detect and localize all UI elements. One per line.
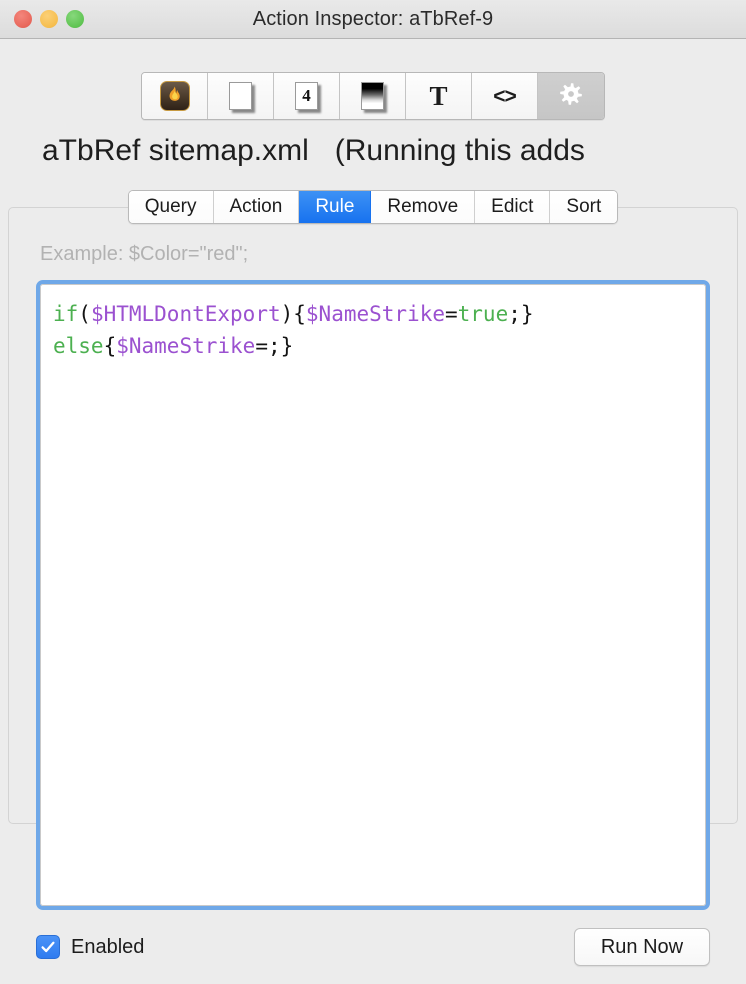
toolbar-item-numbered-document[interactable]: 4	[274, 73, 340, 119]
editor-focus-ring: if($HTMLDontExport){$NameStrike=true;} el…	[36, 280, 710, 910]
flame-icon	[159, 81, 190, 111]
enabled-label: Enabled	[71, 935, 145, 958]
code-token: else	[53, 333, 104, 358]
code-token: true	[457, 302, 509, 326]
gradient-document-icon	[361, 82, 384, 110]
inspector-segmented-control: 4 T <>	[141, 72, 605, 120]
enabled-checkbox-row[interactable]: Enabled	[36, 935, 144, 959]
code-line: if($HTMLDontExport){$NameStrike=true;}	[53, 299, 693, 331]
window-titlebar: Action Inspector: aTbRef-9	[0, 0, 746, 39]
tab-action[interactable]: Action	[213, 191, 300, 223]
blank-document-icon	[229, 82, 252, 110]
tab-bar: Query Action Rule Remove Edict Sort	[0, 190, 746, 224]
text-t-icon: T	[429, 80, 448, 111]
toolbar-item-code[interactable]: <>	[472, 73, 538, 119]
run-now-button[interactable]: Run Now	[574, 928, 710, 966]
tab-rule[interactable]: Rule	[299, 191, 372, 223]
code-token: =;}	[255, 333, 294, 358]
minimize-window-button[interactable]	[40, 10, 58, 28]
checkmark-icon	[41, 941, 55, 953]
rule-code-text[interactable]: if($HTMLDontExport){$NameStrike=true;} el…	[53, 299, 693, 363]
editor-text-area[interactable]: if($HTMLDontExport){$NameStrike=true;} el…	[40, 284, 706, 906]
zoom-window-button[interactable]	[66, 10, 84, 28]
window-title: Action Inspector: aTbRef-9	[252, 7, 494, 30]
tab-sort[interactable]: Sort	[550, 191, 618, 223]
toolbar-item-appearance[interactable]	[340, 73, 406, 119]
code-token: ){	[280, 302, 306, 326]
toolbar-item-tinderbox[interactable]	[142, 73, 208, 119]
code-brackets-icon: <>	[493, 84, 517, 108]
rule-editor[interactable]: if($HTMLDontExport){$NameStrike=true;} el…	[36, 280, 710, 910]
tab-edict[interactable]: Edict	[475, 191, 551, 223]
traffic-light-group	[14, 0, 84, 38]
code-token: ;}	[508, 302, 534, 326]
page-title: aTbRef sitemap.xml (Running this adds	[0, 124, 746, 168]
code-token: $NameStrike	[116, 333, 256, 358]
toolbar-item-document[interactable]	[208, 73, 274, 119]
enabled-checkbox[interactable]	[36, 935, 60, 959]
document-note: (Running this adds	[334, 134, 585, 167]
code-token: $NameStrike	[305, 302, 445, 326]
code-token: {	[103, 333, 117, 358]
inspector-toolbar: 4 T <>	[0, 39, 746, 124]
toolbar-item-action[interactable]	[538, 73, 604, 119]
toolbar-item-text[interactable]: T	[406, 73, 472, 119]
code-token: (	[78, 302, 91, 326]
document-name: aTbRef sitemap.xml	[42, 134, 309, 167]
tab-strip: Query Action Rule Remove Edict Sort	[127, 190, 619, 224]
inspector-footer: Enabled Run Now	[0, 910, 746, 984]
gear-icon	[557, 80, 585, 113]
action-inspector-window: Action Inspector: aTbRef-9 4 T <> aTbRef…	[0, 0, 746, 984]
tab-region: Query Action Rule Remove Edict Sort	[0, 190, 746, 824]
code-token: $HTMLDontExport	[90, 302, 281, 326]
close-window-button[interactable]	[14, 10, 32, 28]
tab-remove[interactable]: Remove	[371, 191, 476, 223]
code-token: =	[444, 302, 458, 326]
tab-query[interactable]: Query	[128, 191, 214, 223]
code-token: if	[53, 302, 79, 326]
numbered-document-icon: 4	[295, 82, 318, 110]
code-line: else{$NameStrike=;}	[53, 331, 693, 363]
